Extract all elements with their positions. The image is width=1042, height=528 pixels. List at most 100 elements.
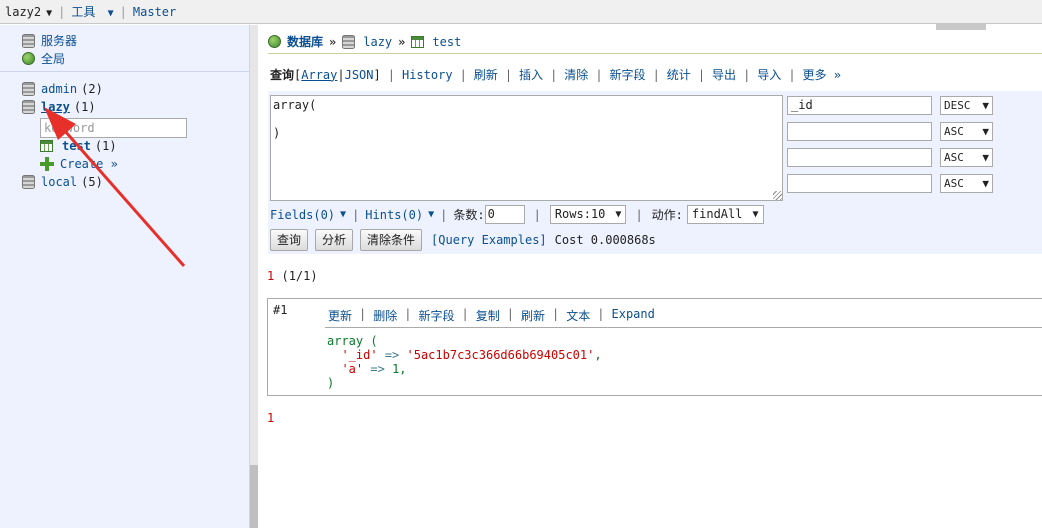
record-new-field[interactable]: 新字段 (419, 307, 455, 324)
pagination-bottom: 1 (267, 411, 274, 425)
result-record: #1 更新 | 删除 | 新字段 | 复制 | 刷新 | 文本 | Expand array… (267, 298, 1042, 396)
main-content: 数据库 » lazy » test 查询 [Array | JSON] | Histo… (258, 25, 1042, 528)
query-button[interactable]: 查询 (270, 229, 309, 251)
menu-export[interactable]: 导出 (712, 66, 736, 83)
page-number[interactable]: 1 (267, 269, 274, 283)
globe-icon (268, 35, 281, 48)
scrollbar-thumb[interactable] (250, 465, 258, 528)
sort-field-4[interactable] (787, 174, 932, 193)
explain-button[interactable]: 分析 (315, 229, 354, 251)
query-cost: Cost 0.000868s (554, 233, 656, 247)
menu-refresh[interactable]: 刷新 (474, 66, 498, 83)
database-icon (342, 34, 356, 49)
caret-down-icon[interactable]: ▼ (428, 209, 434, 220)
menu-more[interactable]: 更多 » (803, 66, 841, 83)
sidebar-scrollbar[interactable] (250, 25, 258, 528)
sort-order-4[interactable]: ASC ▼ (940, 174, 993, 193)
query-buttons: 查询 分析 清除条件 [Query Examples] Cost 0.00086… (270, 229, 656, 251)
hints-toggle[interactable]: Hints(0) (365, 208, 423, 222)
limit-label: 条数: (453, 208, 485, 222)
keyword-search-input[interactable] (40, 118, 187, 138)
divider (268, 53, 1042, 54)
divider: | (119, 4, 127, 19)
menu-query[interactable]: 查询 (270, 66, 294, 83)
rows-select[interactable]: Rows:10 ▼ (549, 205, 627, 224)
doc-value: '5ac1b7c3c366d66b69405c01' (406, 348, 595, 362)
sidebar-item-servers[interactable]: 服务器 (22, 32, 77, 49)
breadcrumb-separator: » (398, 34, 406, 49)
chevron-down-icon: ▼ (982, 151, 989, 164)
record-update[interactable]: 更新 (328, 307, 352, 324)
table-icon (411, 35, 425, 48)
menu-import[interactable]: 导入 (757, 66, 781, 83)
top-bar: lazy2 ▼ | 工具 ▼ | Master (0, 0, 1042, 30)
record-actions: 更新 | 删除 | 新字段 | 复制 | 刷新 | 文本 | Expand (328, 307, 655, 324)
record-refresh[interactable]: 刷新 (521, 307, 545, 324)
divider (325, 327, 1042, 328)
db-link-admin[interactable]: admin (41, 82, 77, 96)
db-link-lazy[interactable]: lazy (41, 100, 70, 114)
db-link-local[interactable]: local (41, 175, 77, 189)
chevron-down-icon: ▼ (615, 209, 622, 220)
menu-insert[interactable]: 插入 (519, 66, 543, 83)
sidebar-item-global[interactable]: 全局 (22, 50, 65, 67)
menu-stats[interactable]: 统计 (667, 66, 691, 83)
breadcrumb-databases[interactable]: 数据库 (287, 33, 323, 50)
sort-order-2[interactable]: ASC ▼ (940, 122, 993, 141)
record-delete[interactable]: 删除 (373, 307, 397, 324)
action-select[interactable]: findAll ▼ (686, 205, 764, 224)
sidebar-item-admin[interactable]: admin (2) (22, 82, 103, 96)
record-text[interactable]: 文本 (566, 307, 590, 324)
global-link[interactable]: 全局 (41, 50, 65, 67)
sort-field-2[interactable] (787, 122, 932, 141)
sort-order-3[interactable]: ASC ▼ (940, 148, 993, 167)
action-label: 动作: (651, 208, 683, 222)
fields-toggle[interactable]: Fields(0) (270, 208, 335, 222)
collection-menu: 查询 [Array | JSON] | History | 刷新 | 插入 | 清除 | 新字… (270, 66, 841, 83)
breadcrumb-separator: » (329, 34, 337, 49)
breadcrumb-collection[interactable]: test (432, 35, 461, 49)
menu-json[interactable]: JSON (345, 68, 374, 82)
caret-down-icon[interactable]: ▼ (340, 209, 346, 220)
sort-field-3[interactable] (787, 148, 932, 167)
sort-order-1[interactable]: DESC ▼ (940, 96, 993, 115)
query-textarea[interactable]: array( ) (270, 95, 783, 201)
divider (0, 71, 250, 72)
page-info: (1/1) (281, 269, 318, 283)
query-examples-link[interactable]: [Query Examples] (431, 233, 547, 247)
sidebar-item-collection-test[interactable]: test (1) (40, 139, 117, 153)
sidebar-item-lazy[interactable]: lazy (1) (22, 100, 96, 114)
sidebar-item-create[interactable]: Create » (40, 157, 118, 171)
menu-array[interactable]: Array (301, 68, 337, 82)
collection-link-test[interactable]: test (62, 139, 91, 153)
record-expand[interactable]: Expand (612, 307, 655, 324)
page-number[interactable]: 1 (267, 411, 274, 425)
resize-grip-icon[interactable] (773, 191, 782, 200)
server-selector[interactable]: lazy2 ▼ (5, 5, 52, 19)
create-collection-link[interactable]: Create » (60, 157, 118, 171)
sort-field-1[interactable]: _id (787, 96, 932, 115)
menu-new-field[interactable]: 新字段 (610, 66, 646, 83)
sidebar-item-local[interactable]: local (5) (22, 175, 103, 189)
database-icon (22, 33, 35, 48)
record-duplicate[interactable]: 复制 (476, 307, 500, 324)
plus-icon (40, 157, 54, 171)
collection-count: (1) (94, 139, 117, 153)
servers-link[interactable]: 服务器 (41, 32, 77, 49)
breadcrumb: 数据库 » lazy » test (268, 33, 461, 50)
pagination: 1 (1/1) (267, 269, 318, 283)
limit-input[interactable]: 0 (484, 205, 525, 224)
divider: | (58, 4, 66, 19)
database-icon (22, 82, 35, 96)
master-link[interactable]: Master (133, 5, 176, 19)
db-count: (1) (73, 100, 96, 114)
record-document: array ( '_id' => '5ac1b7c3c366d66b69405c… (327, 334, 602, 390)
doc-value: 1 (392, 362, 400, 376)
breadcrumb-db[interactable]: lazy (363, 35, 392, 49)
chevron-down-icon: ▼ (982, 125, 989, 138)
tools-menu[interactable]: 工具 ▼ (71, 3, 113, 20)
menu-history[interactable]: History (402, 68, 453, 82)
db-count: (2) (81, 82, 103, 96)
clear-conditions-button[interactable]: 清除条件 (360, 229, 423, 251)
menu-clear[interactable]: 清除 (564, 66, 588, 83)
